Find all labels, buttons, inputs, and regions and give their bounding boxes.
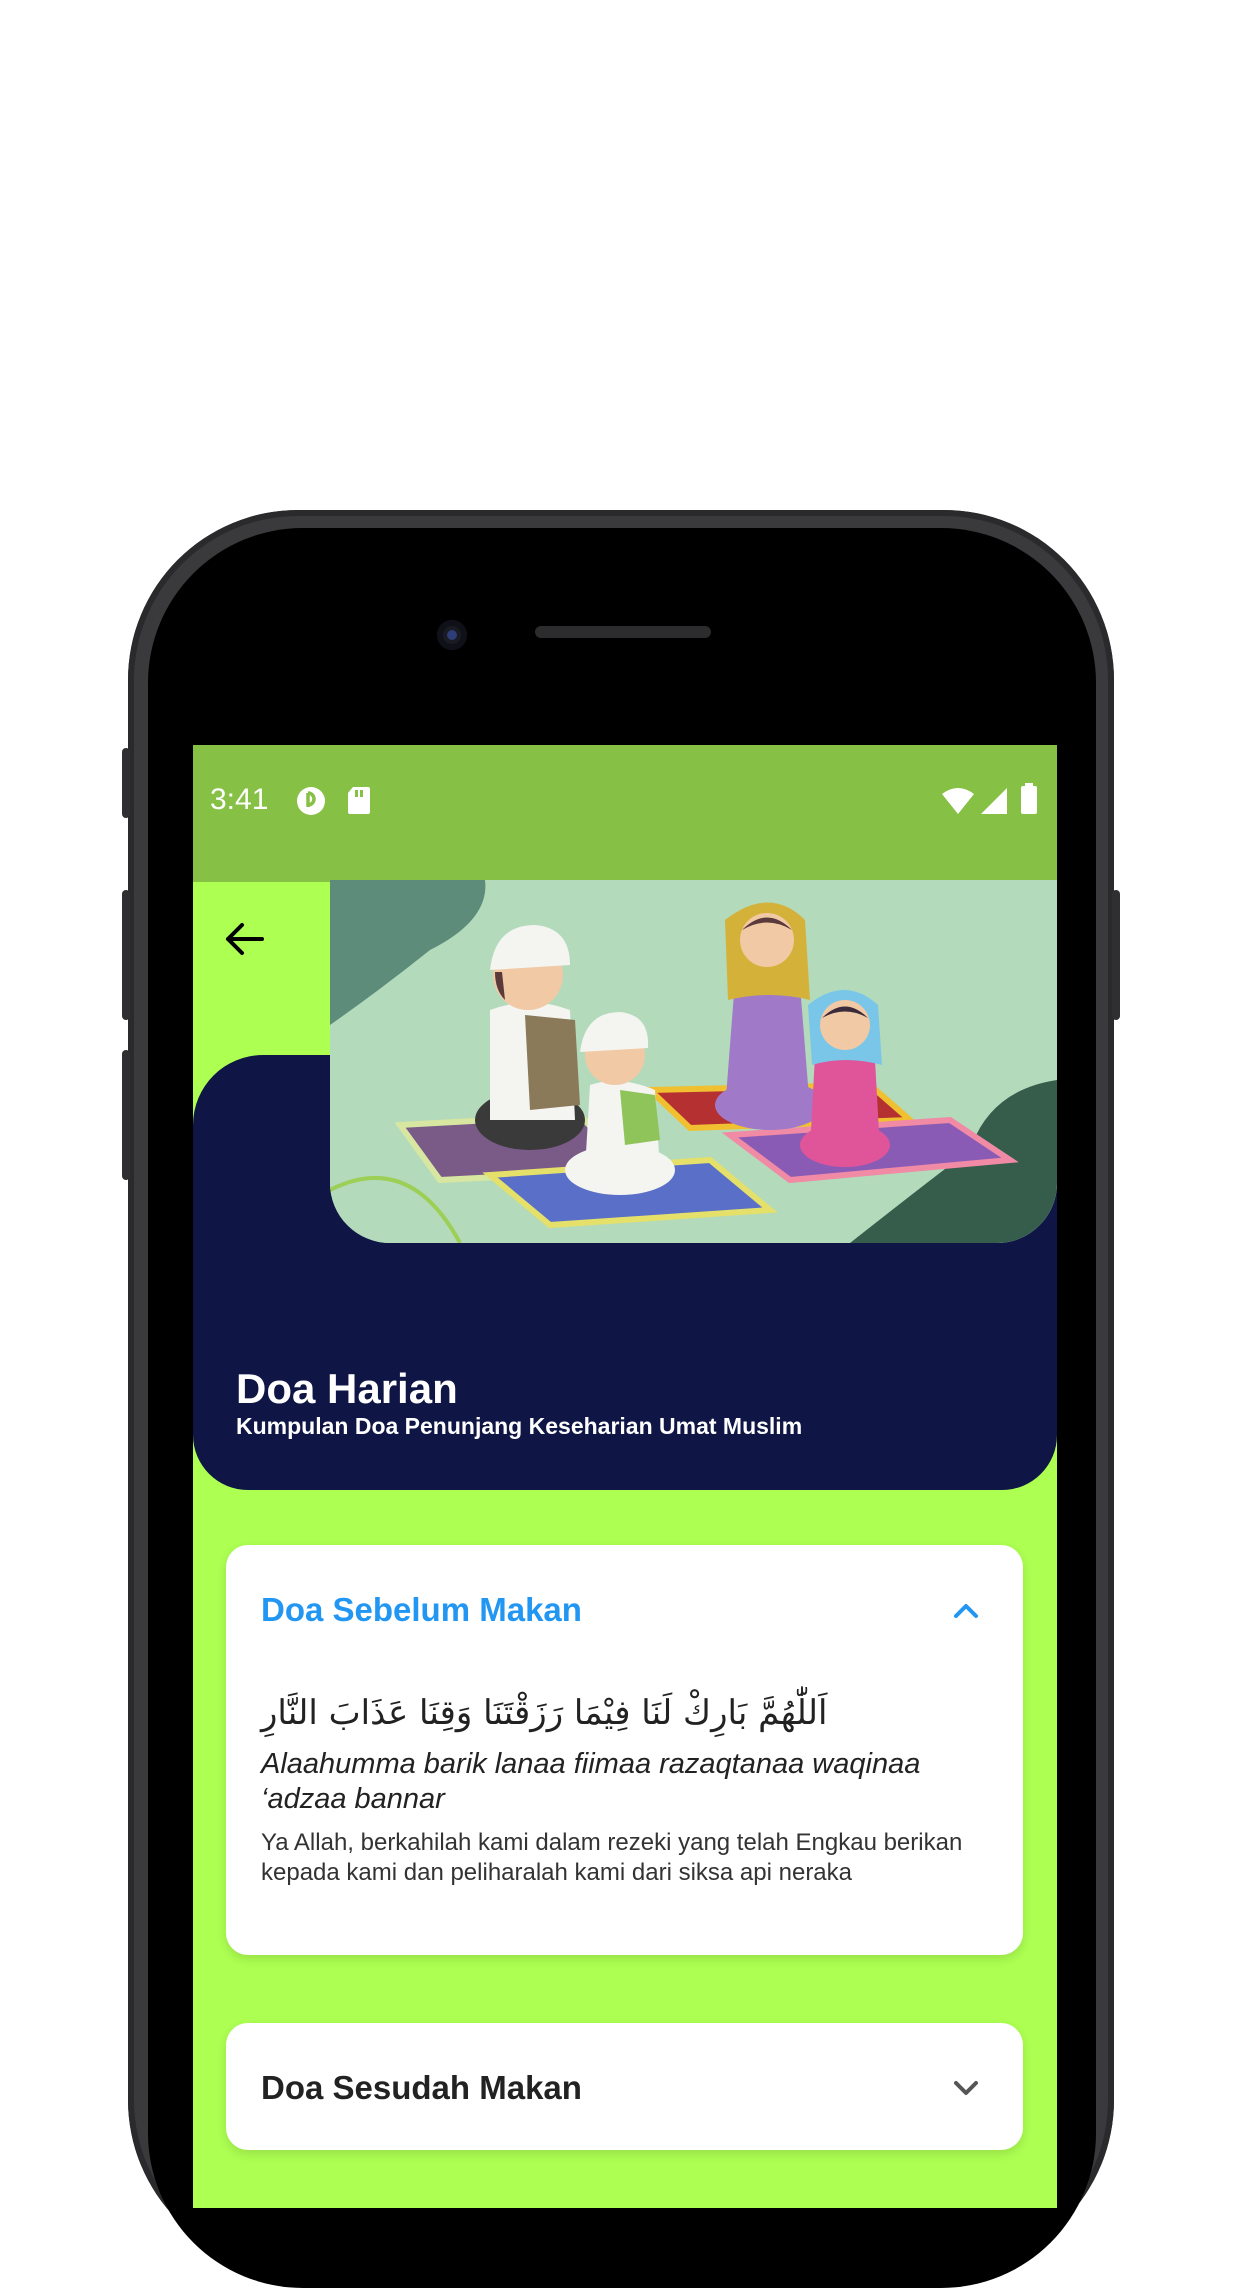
front-camera <box>437 620 467 650</box>
wifi-icon <box>942 788 974 814</box>
prayer-title: Doa Sesudah Makan <box>261 2069 582 2106</box>
family-praying-illustration <box>330 880 1057 1243</box>
page-subtitle: Kumpulan Doa Penunjang Keseharian Umat M… <box>236 1413 803 1439</box>
back-arrow-icon[interactable] <box>218 913 270 965</box>
phone-side-button <box>1112 890 1120 1020</box>
sd-card-icon <box>348 787 370 814</box>
app-notification-icon <box>297 787 325 815</box>
prayer-transliteration: Alaahumma barik lanaa fiimaa razaqtanaa … <box>261 1748 921 1815</box>
signal-icon <box>981 788 1007 814</box>
prayer-arabic-text: اَللّٰهُمَّ بَارِكْ لَنَا فِيْمَا رَزَقْ… <box>261 1693 828 1733</box>
phone-side-button <box>122 1050 130 1180</box>
prayer-translation: Ya Allah, berkahilah kami dalam rezeki y… <box>261 1829 963 1886</box>
chevron-up-icon[interactable] <box>949 1593 983 1627</box>
prayer-card-header[interactable]: Doa Sesudah Makan <box>226 2023 1023 2150</box>
chevron-down-icon[interactable] <box>949 2071 983 2105</box>
page-title: Doa Harian <box>236 1365 458 1412</box>
prayer-card-expanded: Doa Sebelum Makan اَللّٰهُمَّ بَارِكْ لَ… <box>226 1545 1023 1955</box>
app-screen: 3:41 Doa Harian Kumpulan Doa Penunjang K… <box>193 745 1057 2208</box>
prayer-title: Doa Sebelum Makan <box>261 1591 582 1628</box>
prayer-card-collapsed: Doa Sesudah Makan <box>226 2023 1023 2150</box>
status-time: 3:41 <box>210 783 269 816</box>
phone-side-button <box>122 890 130 1020</box>
status-bar: 3:41 <box>193 745 1057 882</box>
earpiece-speaker <box>535 626 711 638</box>
prayer-card-header[interactable]: Doa Sebelum Makan <box>226 1545 1023 1672</box>
phone-side-button <box>122 748 130 818</box>
battery-icon <box>1021 783 1037 814</box>
